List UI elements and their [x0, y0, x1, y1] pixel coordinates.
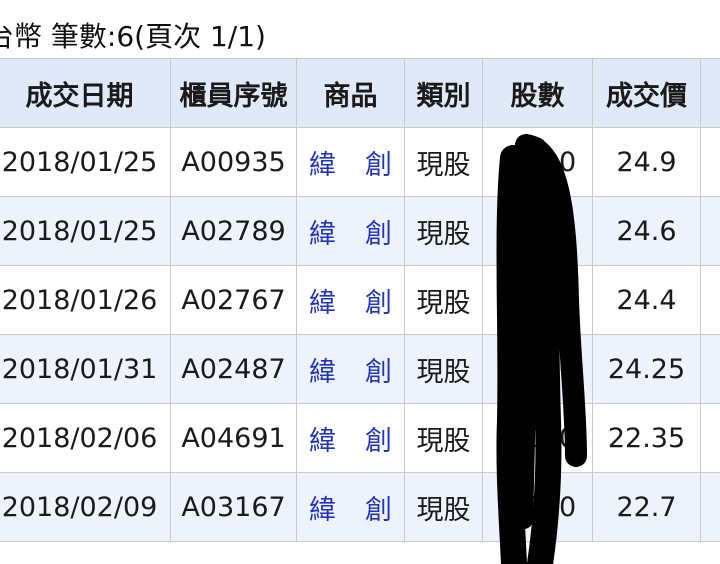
cell-serial: A04691	[170, 403, 297, 473]
table-row: 2018/02/06 A04691 緯創 現股 5,000 22.35	[0, 403, 720, 473]
cell-serial: A00935	[170, 127, 297, 197]
cell-date: 2018/01/31	[0, 334, 171, 404]
cell-category: 現股	[404, 127, 483, 197]
cell-price: 24.4	[592, 265, 701, 335]
product-char: 緯	[309, 218, 336, 250]
cell-shares: 5,000	[482, 472, 593, 542]
product-char: 創	[365, 149, 392, 181]
product-char: 創	[365, 356, 392, 388]
cell-date: 2018/01/25	[0, 127, 171, 197]
product-char: 緯	[309, 494, 336, 526]
cell-price: 22.35	[592, 403, 701, 473]
cell-product-link[interactable]: 緯創	[296, 334, 405, 404]
cell-serial: A03167	[170, 472, 297, 542]
column-header-shares[interactable]: 股數	[482, 58, 593, 128]
cell-price: 24.9	[592, 127, 701, 197]
cell-shares: 5,000	[482, 196, 593, 266]
trade-history-screen: 台幣 筆數:6(頁次 1/1) 成交日期 櫃員序號 商品 類別 股數 成交價 2…	[0, 0, 720, 564]
product-char: 緯	[309, 287, 336, 319]
cell-category: 現股	[404, 265, 483, 335]
product-char: 緯	[309, 356, 336, 388]
cell-overflow	[700, 196, 720, 266]
cell-shares: 5,000	[482, 265, 593, 335]
cell-date: 2018/01/26	[0, 265, 171, 335]
cell-date: 2018/02/09	[0, 472, 171, 542]
cell-category: 現股	[404, 403, 483, 473]
cell-product-link[interactable]: 緯創	[296, 127, 405, 197]
cell-shares: 5,000	[482, 334, 593, 404]
product-char: 緯	[309, 149, 336, 181]
cell-overflow	[700, 127, 720, 197]
cell-overflow	[700, 403, 720, 473]
cell-product-link[interactable]: 緯創	[296, 472, 405, 542]
table-row: 2018/01/31 A02487 緯創 現股 5,000 24.25	[0, 334, 720, 404]
column-header-product[interactable]: 商品	[296, 58, 405, 128]
product-char: 創	[365, 218, 392, 250]
cell-serial: A02789	[170, 196, 297, 266]
table-row: 2018/01/25 A02789 緯創 現股 5,000 24.6	[0, 196, 720, 266]
cell-price: 22.7	[592, 472, 701, 542]
product-char: 創	[365, 287, 392, 319]
cell-overflow	[700, 265, 720, 335]
cell-price: 24.25	[592, 334, 701, 404]
column-header-price[interactable]: 成交價	[592, 58, 701, 128]
trade-table: 成交日期 櫃員序號 商品 類別 股數 成交價 2018/01/25 A00935…	[0, 58, 720, 542]
cell-serial: A02487	[170, 334, 297, 404]
cell-category: 現股	[404, 196, 483, 266]
cell-category: 現股	[404, 472, 483, 542]
cell-product-link[interactable]: 緯創	[296, 403, 405, 473]
cell-date: 2018/02/06	[0, 403, 171, 473]
table-header-row: 成交日期 櫃員序號 商品 類別 股數 成交價	[0, 58, 720, 128]
product-char: 緯	[309, 425, 336, 457]
table-row: 2018/01/26 A02767 緯創 現股 5,000 24.4	[0, 265, 720, 335]
cell-product-link[interactable]: 緯創	[296, 265, 405, 335]
cell-serial: A02767	[170, 265, 297, 335]
column-header-serial[interactable]: 櫃員序號	[170, 58, 297, 128]
column-header-category[interactable]: 類別	[404, 58, 483, 128]
cell-overflow	[700, 334, 720, 404]
cell-category: 現股	[404, 334, 483, 404]
cell-shares: 5,000	[482, 127, 593, 197]
column-header-overflow	[700, 58, 720, 128]
cell-shares: 5,000	[482, 403, 593, 473]
column-header-date[interactable]: 成交日期	[0, 58, 171, 128]
cell-price: 24.6	[592, 196, 701, 266]
record-count-caption: 台幣 筆數:6(頁次 1/1)	[0, 20, 266, 53]
cell-product-link[interactable]: 緯創	[296, 196, 405, 266]
table-row: 2018/02/09 A03167 緯創 現股 5,000 22.7	[0, 472, 720, 542]
cell-overflow	[700, 472, 720, 542]
table-row: 2018/01/25 A00935 緯創 現股 5,000 24.9	[0, 127, 720, 197]
product-char: 創	[365, 425, 392, 457]
cell-date: 2018/01/25	[0, 196, 171, 266]
product-char: 創	[365, 494, 392, 526]
